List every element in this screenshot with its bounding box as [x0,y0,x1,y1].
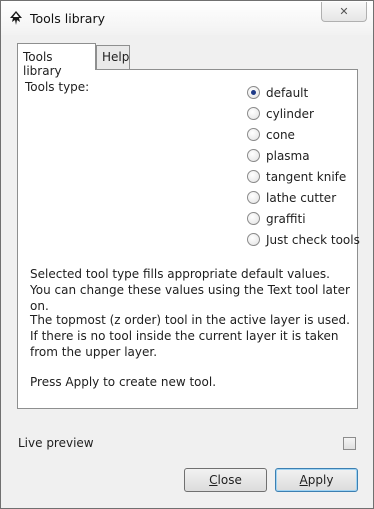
apply-button-label: Apply [299,473,334,487]
radio-option-lathe-cutter[interactable]: lathe cutter [247,187,360,208]
title-bar[interactable]: Tools library ✕ [1,1,373,35]
radio-label: cone [266,127,295,142]
radio-button[interactable] [247,86,260,99]
radio-label: tangent knife [266,169,347,184]
radio-option-graffiti[interactable]: graffiti [247,208,360,229]
radio-option-tangent-knife[interactable]: tangent knife [247,166,360,187]
apply-button[interactable]: Apply [275,468,358,492]
close-icon: ✕ [339,5,349,18]
radio-option-cylinder[interactable]: cylinder [247,103,360,124]
radio-button[interactable] [247,191,260,204]
radio-button[interactable] [247,233,260,246]
radio-option-default[interactable]: default [247,82,360,103]
radio-button[interactable] [247,107,260,120]
description-paragraph-3: Press Apply to create new tool. [30,375,217,389]
close-button-label: Close [209,473,242,487]
radio-button[interactable] [247,149,260,162]
inkscape-icon [10,11,22,25]
radio-button[interactable] [247,128,260,141]
radio-option-just-check-tools[interactable]: Just check tools [247,229,360,250]
tab-help[interactable]: Help [96,45,130,69]
tab-help-label: Help [102,50,130,64]
description-paragraph-2: The topmost (z order) tool in the active… [30,313,350,359]
radio-label: lathe cutter [266,190,337,205]
radio-option-cone[interactable]: cone [247,124,360,145]
live-preview-checkbox[interactable] [343,437,356,450]
radio-button[interactable] [247,170,260,183]
window-title: Tools library [30,11,105,26]
live-preview-row[interactable]: Live preview [17,435,358,453]
radio-option-plasma[interactable]: plasma [247,145,360,166]
close-button[interactable]: Close [184,468,267,492]
radio-label: default [266,85,309,100]
tools-library-panel: Tools type: default cylinder cone plasma [17,69,360,409]
tools-type-radio-group: default cylinder cone plasma tangent kni… [247,82,360,250]
window-close-button[interactable]: ✕ [321,2,367,22]
radio-label: plasma [266,148,310,163]
radio-label: cylinder [266,106,314,121]
tools-library-dialog: Tools library ✕ Tools library Help Tools… [0,0,374,509]
tab-tools-library[interactable]: Tools library [17,43,96,78]
description-paragraph-1: Selected tool type fills appropriate def… [30,267,350,313]
radio-label: Just check tools [266,232,360,247]
radio-label: graffiti [266,211,306,226]
live-preview-label: Live preview [18,436,94,450]
tools-type-label: Tools type: [25,80,90,94]
dialog-client-area: Tools library Help Tools type: default c… [8,35,366,503]
tab-tools-library-label: Tools library [23,50,62,78]
radio-button[interactable] [247,212,260,225]
